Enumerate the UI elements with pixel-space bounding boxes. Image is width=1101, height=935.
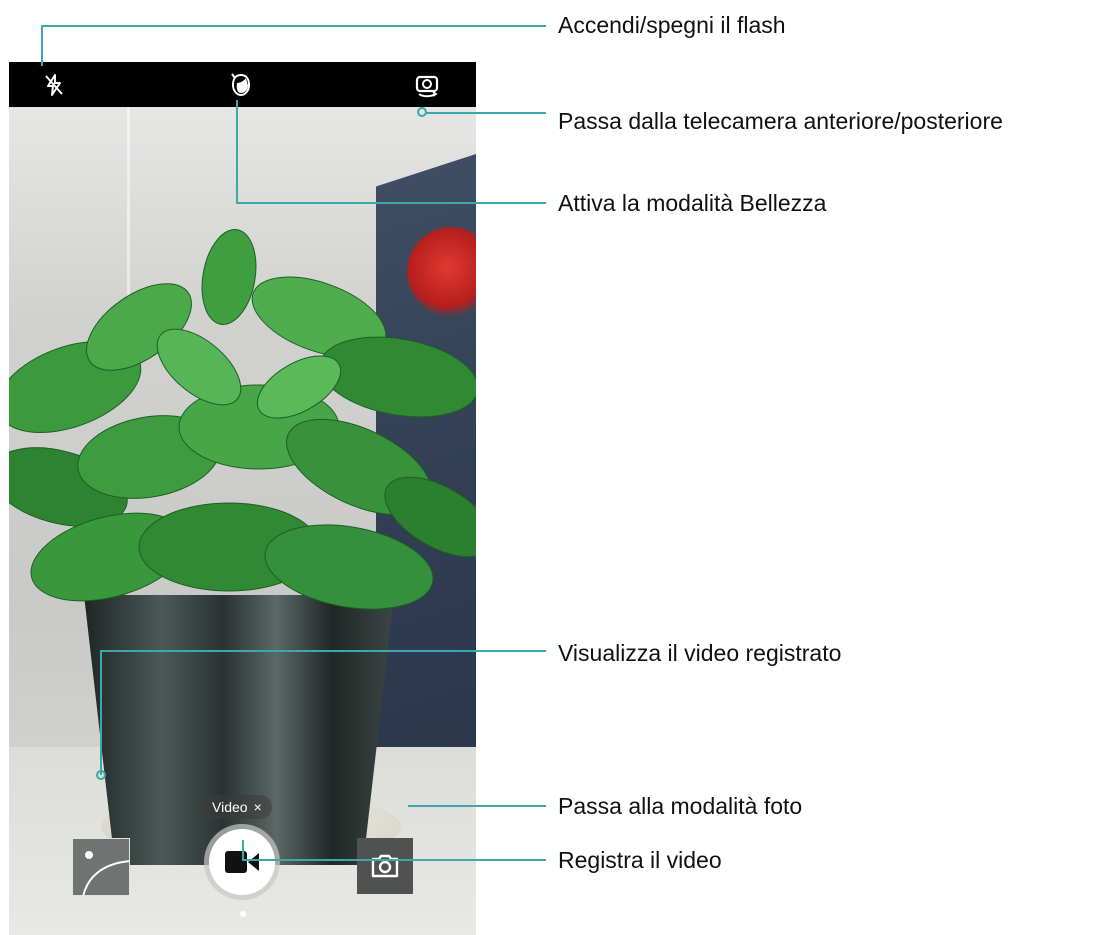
camera-icon [371,854,399,878]
callout-line-view-vertical [100,650,102,775]
camera-screen: Video × [9,62,476,935]
page-indicator-dot [240,911,246,917]
gallery-thumbnail[interactable] [72,838,130,896]
callout-line-flash-vertical [41,26,43,66]
callout-line-record-vertical [242,840,244,860]
callout-line-view [100,650,546,652]
callout-dot-view [96,770,106,780]
callout-flash: Accendi/spegni il flash [558,12,786,38]
callout-beauty: Attiva la modalità Bellezza [558,190,827,216]
video-mode-chip[interactable]: Video × [202,795,272,819]
callout-line-beauty [236,202,546,204]
callout-line-photo [408,805,546,807]
callout-line-flash [41,25,546,27]
flash-off-icon[interactable] [39,70,69,100]
video-mode-label: Video [212,799,248,815]
callout-line-switch [426,112,546,114]
callout-view-video: Visualizza il video registrato [558,640,842,666]
callout-line-record [242,859,546,861]
gallery-icon [82,851,129,895]
callout-photo-mode: Passa alla modalità foto [558,793,803,819]
photo-mode-button[interactable] [357,838,413,894]
plant-leaves [9,229,476,610]
callout-record: Registra il video [558,847,722,873]
camera-viewfinder[interactable]: Video × [9,107,476,935]
callout-line-beauty-vertical [236,100,238,203]
switch-camera-icon[interactable] [412,70,442,100]
beauty-icon[interactable] [226,70,256,100]
callout-switch-camera: Passa dalla telecamera anteriore/posteri… [558,108,1003,134]
camera-top-bar [9,62,476,107]
record-video-button[interactable] [209,829,275,895]
close-icon[interactable]: × [254,799,262,815]
